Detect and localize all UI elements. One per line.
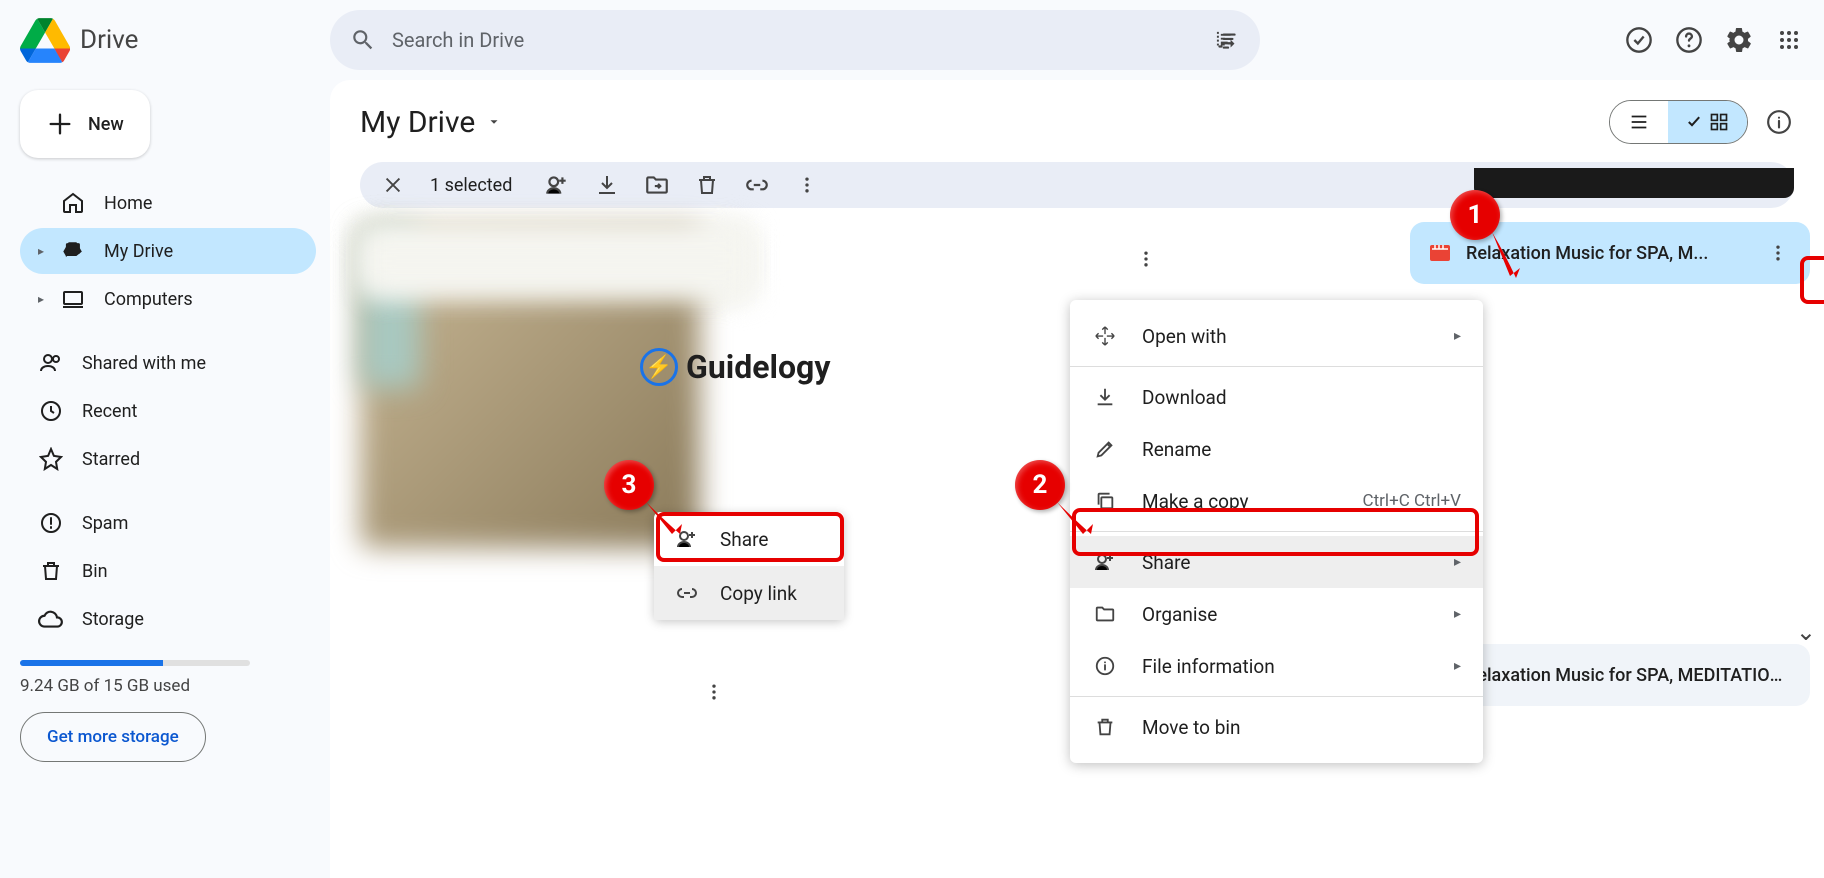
nav-label: Computers — [104, 289, 193, 310]
link-selected-button[interactable] — [744, 172, 770, 198]
nav-my-drive[interactable]: ▸ My Drive — [20, 228, 316, 274]
rename-icon — [1092, 436, 1118, 462]
logo-area: Drive — [20, 18, 330, 63]
search-filter-icon[interactable] — [1214, 27, 1240, 53]
get-storage-button[interactable]: Get more storage — [20, 712, 206, 762]
sidebar: New Home ▸ My Drive ▸ Computers Shar — [0, 80, 330, 878]
nav-label: My Drive — [104, 241, 173, 262]
link-icon — [674, 580, 700, 606]
nav-label: Starred — [82, 449, 140, 470]
settings-icon[interactable] — [1724, 25, 1754, 55]
selection-count: 1 selected — [430, 175, 512, 196]
submenu-arrow-icon: ▸ — [1454, 658, 1461, 674]
header: Drive — [0, 0, 1824, 80]
file-more-button[interactable] — [1132, 245, 1160, 273]
annotation-2: 2 — [1015, 460, 1065, 510]
storage-text: 9.24 GB of 15 GB used — [20, 676, 316, 696]
more-selected-button[interactable] — [794, 172, 820, 198]
delete-selected-button[interactable] — [694, 172, 720, 198]
submenu-arrow-icon: ▸ — [1454, 554, 1461, 570]
watermark: ⚡ Guidelogy — [640, 348, 830, 386]
storage-meter — [20, 660, 250, 666]
plus-icon — [46, 110, 74, 138]
watermark-icon: ⚡ — [640, 348, 678, 386]
download-selected-button[interactable] — [594, 172, 620, 198]
search-icon — [350, 27, 376, 53]
nav-label: Home — [104, 193, 152, 214]
nav-shared[interactable]: Shared with me — [20, 340, 316, 386]
file-more-button[interactable] — [700, 678, 728, 706]
annotation-1: 1 — [1450, 190, 1500, 240]
move-selected-button[interactable] — [644, 172, 670, 198]
nav-label: Spam — [82, 513, 128, 534]
download-icon — [1092, 384, 1118, 410]
nav-starred[interactable]: Starred — [20, 436, 316, 482]
share-selected-button[interactable] — [544, 172, 570, 198]
scroll-down-icon[interactable]: ⌄ — [1796, 618, 1816, 646]
menu-move-to-bin[interactable]: Move to bin — [1070, 701, 1483, 753]
search-bar[interactable] — [330, 10, 1260, 70]
spam-icon — [38, 510, 64, 536]
clock-icon — [38, 398, 64, 424]
nav-recent[interactable]: Recent — [20, 388, 316, 434]
cloud-icon — [38, 606, 64, 632]
menu-download[interactable]: Download — [1070, 371, 1483, 423]
nav-label: Bin — [82, 561, 108, 582]
apps-icon[interactable] — [1774, 25, 1804, 55]
clear-selection-button[interactable] — [380, 172, 406, 198]
nav-home[interactable]: Home — [20, 180, 316, 226]
nav-spam[interactable]: Spam — [20, 500, 316, 546]
menu-copy[interactable]: Make a copy Ctrl+C Ctrl+V — [1070, 475, 1483, 527]
star-icon — [38, 446, 64, 472]
nav-label: Recent — [82, 401, 137, 422]
new-button[interactable]: New — [20, 90, 150, 158]
annotation-3: 3 — [604, 460, 654, 510]
menu-share[interactable]: Share ▸ — [1070, 536, 1483, 588]
nav-label: Storage — [82, 609, 144, 630]
content-area: My Drive 1 selected — [330, 80, 1824, 878]
info-icon[interactable] — [1764, 107, 1794, 137]
app-title: Drive — [80, 25, 138, 55]
grid-view-button[interactable] — [1668, 101, 1747, 143]
share-icon — [1092, 549, 1118, 575]
drive-logo-icon — [20, 18, 70, 63]
nav-label: Shared with me — [82, 353, 206, 374]
chevron-down-icon — [487, 115, 501, 129]
offline-ready-icon[interactable] — [1624, 25, 1654, 55]
submenu-arrow-icon: ▸ — [1454, 328, 1461, 344]
header-actions — [1534, 25, 1804, 55]
context-menu: Open with ▸ Download Rename Make a copy … — [1070, 300, 1483, 763]
submenu-arrow-icon: ▸ — [1454, 606, 1461, 622]
expand-icon[interactable]: ▸ — [38, 292, 50, 306]
file-name: Relaxation Music for SPA, MEDITATION... — [1466, 665, 1792, 686]
view-toggle — [1609, 100, 1748, 144]
file-more-button[interactable] — [1764, 239, 1792, 267]
trash-icon — [1092, 714, 1118, 740]
new-label: New — [88, 114, 124, 135]
drive-icon — [60, 238, 86, 264]
nav-storage[interactable]: Storage — [20, 596, 316, 642]
search-input[interactable] — [392, 28, 1198, 52]
video-file-icon — [1428, 241, 1452, 265]
trash-icon — [38, 558, 64, 584]
help-icon[interactable] — [1674, 25, 1704, 55]
menu-open-with[interactable]: Open with ▸ — [1070, 310, 1483, 362]
open-with-icon — [1092, 323, 1118, 349]
menu-rename[interactable]: Rename — [1070, 423, 1483, 475]
info-icon — [1092, 653, 1118, 679]
people-icon — [38, 350, 64, 376]
nav-computers[interactable]: ▸ Computers — [20, 276, 316, 322]
computer-icon — [60, 286, 86, 312]
folder-icon — [1092, 601, 1118, 627]
menu-organise[interactable]: Organise ▸ — [1070, 588, 1483, 640]
menu-file-info[interactable]: File information ▸ — [1070, 640, 1483, 692]
breadcrumb-title[interactable]: My Drive — [360, 105, 501, 140]
home-icon — [60, 190, 86, 216]
nav-bin[interactable]: Bin — [20, 548, 316, 594]
submenu-copy-link[interactable]: Copy link — [654, 566, 844, 620]
expand-icon[interactable]: ▸ — [38, 244, 50, 258]
list-view-button[interactable] — [1610, 101, 1668, 143]
